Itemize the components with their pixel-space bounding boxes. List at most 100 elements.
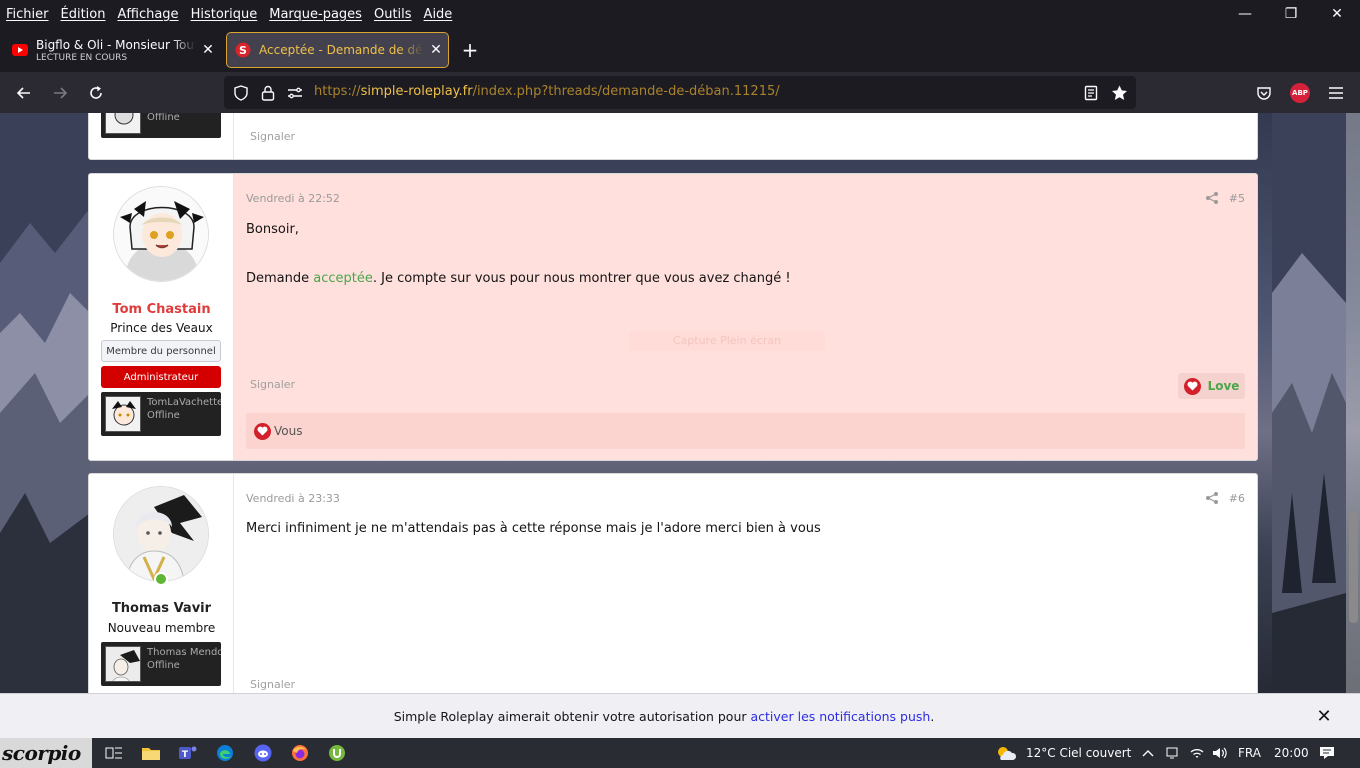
love-label: Love: [1207, 379, 1240, 393]
page-scrollbar[interactable]: [1346, 113, 1360, 693]
mountain-background-right: [1272, 113, 1346, 693]
wifi-icon[interactable]: [1186, 742, 1208, 764]
reload-icon[interactable]: [82, 79, 110, 107]
post-partial: Offline Signaler: [88, 113, 1258, 160]
post-date[interactable]: Vendredi à 22:52: [246, 192, 340, 205]
user-title: Nouveau membre: [107, 621, 216, 635]
post-date[interactable]: Vendredi à 23:33: [246, 492, 340, 505]
reader-view-icon[interactable]: [1082, 84, 1100, 102]
scrollbar-thumb[interactable]: [1349, 511, 1358, 623]
character-card[interactable]: Thomas Mendo Offline: [101, 642, 221, 686]
username[interactable]: Thomas Vavir: [89, 601, 234, 616]
bookmark-star-icon[interactable]: [1110, 84, 1128, 102]
chevron-up-icon[interactable]: [1137, 742, 1159, 764]
share-icon[interactable]: [1205, 191, 1219, 205]
firefox-icon[interactable]: [289, 742, 311, 764]
new-tab-button[interactable]: +: [458, 38, 482, 62]
file-explorer-icon[interactable]: [140, 742, 162, 764]
menu-affichage[interactable]: Affichage: [111, 7, 184, 22]
character-card[interactable]: TomLaVachette Offline: [101, 392, 221, 436]
post-message: Merci infiniment je ne m'attendais pas à…: [246, 521, 821, 536]
edge-icon[interactable]: [214, 742, 236, 764]
notification-center-icon[interactable]: [1316, 742, 1338, 764]
lock-icon[interactable]: [259, 84, 277, 102]
love-reaction-button[interactable]: Love: [1178, 373, 1245, 399]
mountain-background-left: [0, 113, 90, 693]
window-controls: — ❐ ✕: [1222, 0, 1360, 28]
forward-arrow-icon[interactable]: [46, 79, 74, 107]
character-name: Thomas Mendo: [147, 647, 221, 658]
adblock-plus-icon[interactable]: ABP: [1290, 83, 1310, 103]
tab-playing-label: LECTURE EN COURS: [36, 52, 128, 63]
user-title: Prince des Veaux: [110, 321, 213, 335]
start-button[interactable]: scorpio: [0, 738, 92, 768]
task-view-icon[interactable]: [103, 742, 125, 764]
menu-bar: Fichier Édition Affichage Historique Mar…: [0, 0, 1360, 28]
character-card[interactable]: Offline: [101, 113, 221, 138]
close-icon[interactable]: ✕: [1312, 704, 1336, 728]
svg-text:T: T: [182, 750, 189, 760]
teams-icon[interactable]: T: [177, 742, 199, 764]
url-text[interactable]: https://simple-roleplay.fr/index.php?thr…: [314, 84, 780, 99]
staff-banner: Membre du personnel: [101, 340, 221, 362]
character-avatar: [105, 646, 141, 682]
windows-taskbar: scorpio T 12°C Ciel couvert FRA 20:00: [0, 738, 1360, 768]
menu-historique[interactable]: Historique: [185, 7, 264, 22]
post-body: Vendredi à 23:33 #6 Merci infiniment je …: [234, 474, 1257, 693]
tab-youtube[interactable]: Bigflo & Oli - Monsieur Tout Le LECTURE …: [4, 33, 220, 67]
post-number[interactable]: #6: [1229, 492, 1245, 505]
url-bar[interactable]: https://simple-roleplay.fr/index.php?thr…: [224, 76, 1136, 109]
volume-icon[interactable]: [1208, 742, 1230, 764]
report-link[interactable]: Signaler: [250, 378, 295, 391]
user-avatar[interactable]: [113, 486, 209, 582]
tab-active-acceptee[interactable]: S Acceptée - Demande de déban ✕: [226, 32, 449, 68]
screenshot-overlay-label: Capture Plein écran: [629, 331, 825, 351]
post-6: Thomas Vavir Nouveau membre Thomas Mendo…: [88, 473, 1258, 693]
utorrent-icon[interactable]: [326, 742, 348, 764]
reactions-bar[interactable]: Vous: [246, 413, 1245, 449]
back-arrow-icon[interactable]: [10, 79, 38, 107]
clock[interactable]: 20:00: [1274, 746, 1309, 760]
close-window-button[interactable]: ✕: [1314, 0, 1360, 28]
discord-icon[interactable]: [252, 742, 274, 764]
post-message: Demande acceptée. Je compte sur vous pou…: [246, 271, 791, 286]
enable-push-link[interactable]: activer les notifications push: [750, 709, 930, 724]
post-number[interactable]: #5: [1229, 192, 1245, 205]
menu-edition[interactable]: Édition: [55, 7, 112, 22]
display-icon[interactable]: [1161, 742, 1183, 764]
share-icon[interactable]: [1205, 491, 1219, 505]
svg-text:S: S: [239, 44, 247, 57]
language-indicator[interactable]: FRA: [1238, 746, 1261, 760]
menu-fichier[interactable]: Fichier: [0, 7, 55, 22]
shield-icon[interactable]: [232, 84, 250, 102]
simple-roleplay-favicon: S: [235, 42, 251, 58]
tab-close-icon[interactable]: ✕: [196, 42, 220, 58]
tab-bar: Bigflo & Oli - Monsieur Tout Le LECTURE …: [0, 28, 1360, 72]
youtube-icon: [12, 42, 28, 58]
hamburger-menu-icon[interactable]: [1322, 79, 1350, 107]
user-avatar[interactable]: [113, 186, 209, 282]
menu-aide[interactable]: Aide: [418, 7, 459, 22]
admin-banner: Administrateur: [101, 366, 221, 388]
weather-icon[interactable]: [995, 742, 1017, 764]
post-user-column: Thomas Vavir Nouveau membre Thomas Mendo…: [89, 474, 234, 693]
pocket-icon[interactable]: [1250, 79, 1278, 107]
accepted-word: acceptée: [313, 271, 373, 286]
tab-close-icon[interactable]: ✕: [424, 42, 448, 58]
character-status: Offline: [147, 410, 180, 421]
maximize-button[interactable]: ❐: [1268, 0, 1314, 28]
navigation-toolbar: https://simple-roleplay.fr/index.php?thr…: [0, 72, 1360, 113]
username[interactable]: Tom Chastain: [89, 302, 234, 317]
character-status: Offline: [147, 660, 180, 671]
post-user-column: Tom Chastain Prince des Veaux Membre du …: [89, 174, 234, 460]
minimize-button[interactable]: —: [1222, 0, 1268, 28]
menu-marque-pages[interactable]: Marque-pages: [263, 7, 368, 22]
menu-outils[interactable]: Outils: [368, 7, 418, 22]
post-5: Tom Chastain Prince des Veaux Membre du …: [88, 173, 1258, 461]
permissions-icon[interactable]: [286, 84, 304, 102]
push-notification-bar: Simple Roleplay aimerait obtenir votre a…: [0, 693, 1360, 738]
report-link[interactable]: Signaler: [250, 678, 295, 691]
character-avatar: [105, 113, 141, 134]
report-link[interactable]: Signaler: [250, 130, 295, 143]
weather-text[interactable]: 12°C Ciel couvert: [1026, 746, 1131, 760]
